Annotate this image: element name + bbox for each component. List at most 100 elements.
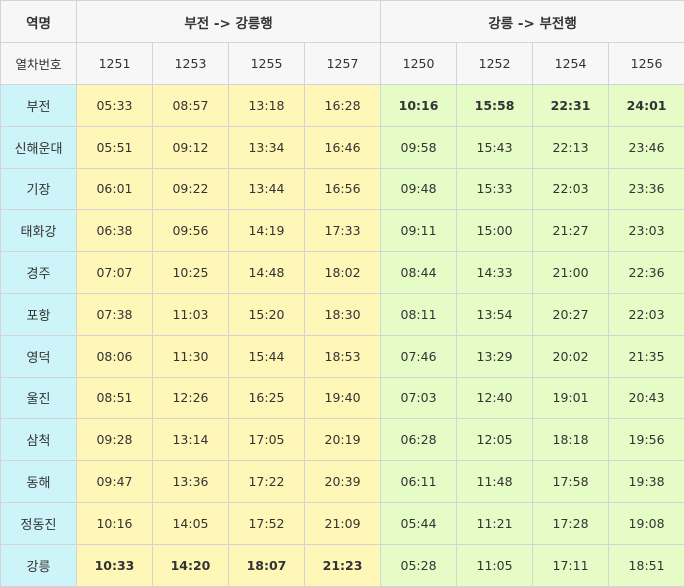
time-cell-up: 18:51 [609, 544, 684, 586]
time-cell-up: 18:18 [533, 419, 609, 461]
time-cell-up: 22:31 [533, 85, 609, 127]
time-cell-up: 11:05 [457, 544, 533, 586]
train-number: 1253 [153, 43, 229, 85]
station-name: 경주 [1, 252, 77, 294]
time-cell-down: 10:33 [77, 544, 153, 586]
time-cell-down: 06:01 [77, 168, 153, 210]
time-cell-up: 23:36 [609, 168, 684, 210]
station-row: 울진08:5112:2616:2519:4007:0312:4019:0120:… [1, 377, 684, 419]
time-cell-up: 15:58 [457, 85, 533, 127]
time-cell-down: 08:57 [153, 85, 229, 127]
time-cell-down: 13:34 [229, 126, 305, 168]
time-cell-up: 07:03 [381, 377, 457, 419]
time-cell-down: 16:28 [305, 85, 381, 127]
time-cell-up: 17:11 [533, 544, 609, 586]
time-cell-down: 09:28 [77, 419, 153, 461]
time-cell-down: 07:07 [77, 252, 153, 294]
group-header-up: 강릉 -> 부전행 [381, 1, 684, 43]
time-cell-up: 23:46 [609, 126, 684, 168]
group-header-row: 역명 부전 -> 강릉행 강릉 -> 부전행 [1, 1, 684, 43]
time-cell-up: 11:21 [457, 502, 533, 544]
time-cell-up: 19:56 [609, 419, 684, 461]
time-cell-down: 08:51 [77, 377, 153, 419]
station-name: 정동진 [1, 502, 77, 544]
station-name: 신해운대 [1, 126, 77, 168]
station-name: 강릉 [1, 544, 77, 586]
time-cell-down: 09:12 [153, 126, 229, 168]
time-cell-up: 10:16 [381, 85, 457, 127]
time-cell-down: 05:51 [77, 126, 153, 168]
station-row: 신해운대05:5109:1213:3416:4609:5815:4322:132… [1, 126, 684, 168]
train-number: 1254 [533, 43, 609, 85]
time-cell-down: 13:14 [153, 419, 229, 461]
time-cell-down: 16:25 [229, 377, 305, 419]
train-number: 1252 [457, 43, 533, 85]
time-cell-up: 19:01 [533, 377, 609, 419]
station-row: 태화강06:3809:5614:1917:3309:1115:0021:2723… [1, 210, 684, 252]
station-name: 부전 [1, 85, 77, 127]
time-cell-up: 05:44 [381, 502, 457, 544]
time-cell-down: 21:09 [305, 502, 381, 544]
time-cell-up: 21:27 [533, 210, 609, 252]
station-row: 동해09:4713:3617:2220:3906:1111:4817:5819:… [1, 461, 684, 503]
time-cell-down: 14:20 [153, 544, 229, 586]
time-cell-down: 13:36 [153, 461, 229, 503]
time-cell-down: 18:07 [229, 544, 305, 586]
train-number: 1251 [77, 43, 153, 85]
station-column-header: 역명 [1, 1, 77, 43]
time-cell-down: 08:06 [77, 335, 153, 377]
time-cell-up: 13:29 [457, 335, 533, 377]
time-cell-down: 12:26 [153, 377, 229, 419]
time-cell-up: 06:28 [381, 419, 457, 461]
time-cell-up: 23:03 [609, 210, 684, 252]
train-number: 1257 [305, 43, 381, 85]
time-cell-up: 21:35 [609, 335, 684, 377]
station-row: 경주07:0710:2514:4818:0208:4414:3321:0022:… [1, 252, 684, 294]
time-cell-down: 18:53 [305, 335, 381, 377]
time-cell-down: 06:38 [77, 210, 153, 252]
time-cell-up: 05:28 [381, 544, 457, 586]
time-cell-up: 15:43 [457, 126, 533, 168]
station-row: 부전05:3308:5713:1816:2810:1615:5822:3124:… [1, 85, 684, 127]
time-cell-up: 20:27 [533, 293, 609, 335]
time-cell-down: 13:44 [229, 168, 305, 210]
train-number: 1256 [609, 43, 684, 85]
time-cell-up: 07:46 [381, 335, 457, 377]
station-name: 삼척 [1, 419, 77, 461]
time-cell-up: 19:38 [609, 461, 684, 503]
station-name: 포항 [1, 293, 77, 335]
station-name: 태화강 [1, 210, 77, 252]
time-cell-up: 09:58 [381, 126, 457, 168]
station-row: 강릉10:3314:2018:0721:2305:2811:0517:1118:… [1, 544, 684, 586]
time-cell-down: 17:52 [229, 502, 305, 544]
time-cell-down: 20:19 [305, 419, 381, 461]
time-cell-up: 21:00 [533, 252, 609, 294]
time-cell-up: 09:11 [381, 210, 457, 252]
time-cell-down: 17:22 [229, 461, 305, 503]
time-cell-down: 21:23 [305, 544, 381, 586]
time-cell-down: 14:48 [229, 252, 305, 294]
time-cell-down: 09:47 [77, 461, 153, 503]
time-cell-down: 15:20 [229, 293, 305, 335]
time-cell-up: 24:01 [609, 85, 684, 127]
time-cell-down: 15:44 [229, 335, 305, 377]
time-cell-down: 20:39 [305, 461, 381, 503]
train-number: 1250 [381, 43, 457, 85]
time-cell-down: 11:30 [153, 335, 229, 377]
time-cell-down: 10:25 [153, 252, 229, 294]
time-cell-up: 19:08 [609, 502, 684, 544]
time-cell-up: 22:36 [609, 252, 684, 294]
time-cell-up: 15:00 [457, 210, 533, 252]
station-name: 울진 [1, 377, 77, 419]
station-row: 영덕08:0611:3015:4418:5307:4613:2920:0221:… [1, 335, 684, 377]
timetable: 역명 부전 -> 강릉행 강릉 -> 부전행 열차번호 1251 1253 12… [0, 0, 684, 587]
time-cell-down: 18:02 [305, 252, 381, 294]
time-cell-down: 17:33 [305, 210, 381, 252]
time-cell-down: 07:38 [77, 293, 153, 335]
time-cell-up: 11:48 [457, 461, 533, 503]
station-row: 정동진10:1614:0517:5221:0905:4411:2117:2819… [1, 502, 684, 544]
time-cell-up: 22:03 [609, 293, 684, 335]
time-cell-down: 18:30 [305, 293, 381, 335]
train-number-label: 열차번호 [1, 43, 77, 85]
time-cell-down: 16:56 [305, 168, 381, 210]
